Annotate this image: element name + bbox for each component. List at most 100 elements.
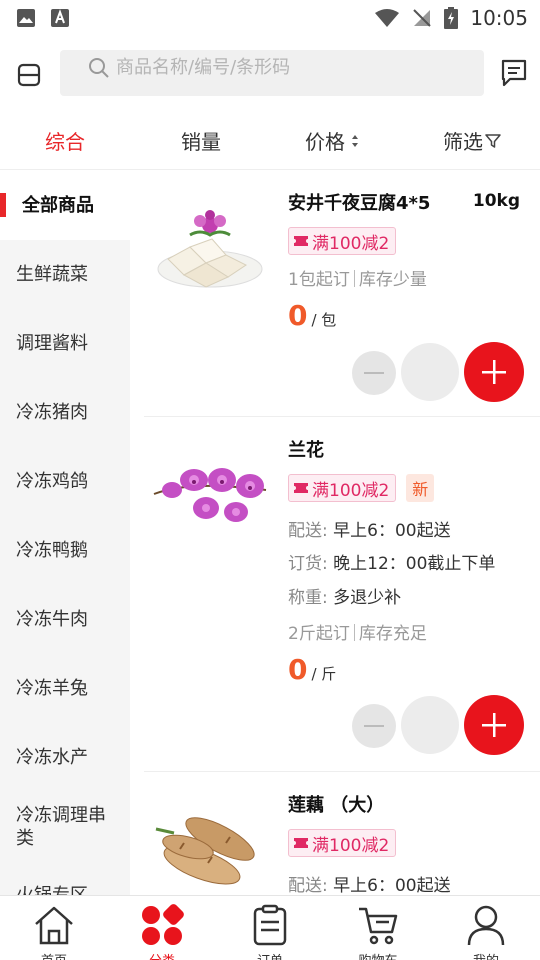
coupon-badge: 满100减2: [288, 474, 397, 502]
plus-icon: [482, 360, 506, 384]
attr-key: 称重:: [288, 588, 328, 608]
category-label: 全部商品: [22, 195, 94, 216]
category-item[interactable]: 冷冻羊兔: [0, 654, 130, 723]
tab-label: 首页: [9, 950, 99, 960]
quantity-field[interactable]: [401, 343, 459, 401]
scan-icon: [17, 63, 41, 87]
message-icon: [501, 59, 527, 87]
search-input[interactable]: [116, 52, 406, 82]
tab-order[interactable]: 订单: [225, 902, 315, 960]
category-label: 调理酱料: [16, 333, 88, 354]
price-value: 0: [288, 653, 308, 686]
price-value: 0: [288, 299, 308, 332]
attr-value: 多退少补: [333, 588, 402, 608]
product-card[interactable]: 安井千夜豆腐4*5 10kg 满100减2 1包起订 库存少量 0 / 包: [144, 171, 540, 417]
delivery-info: 配送: 早上6：00起送: [288, 871, 451, 895]
message-button[interactable]: [500, 58, 528, 88]
category-item[interactable]: 冷冻调理串类: [0, 792, 130, 861]
tab-label: 订单: [225, 950, 315, 960]
increase-button[interactable]: [464, 695, 524, 755]
tab-label: 购物车: [333, 950, 423, 960]
sort-price[interactable]: 价格: [305, 126, 359, 155]
product-card[interactable]: 莲藕 （大） 满100减2 配送: 早上6：00起送: [144, 773, 540, 895]
product-list: 安井千夜豆腐4*5 10kg 满100减2 1包起订 库存少量 0 / 包 兰花…: [130, 171, 540, 895]
product-name: 安井千夜豆腐4*5: [288, 193, 431, 214]
tab-profile[interactable]: 我的: [441, 902, 531, 960]
coupon-text: 满100减2: [312, 233, 390, 254]
sort-label: 销量: [181, 130, 221, 154]
minus-icon: [364, 725, 384, 727]
category-item[interactable]: 冷冻猪肉: [0, 378, 130, 447]
coupon-text: 满100减2: [312, 835, 390, 856]
new-badge: 新: [406, 474, 435, 502]
no-signal-icon: [413, 9, 432, 27]
attr-key: 配送:: [288, 521, 328, 541]
category-item[interactable]: 调理酱料: [0, 309, 130, 378]
scan-button[interactable]: [14, 60, 44, 90]
search-icon: [89, 58, 109, 78]
category-item[interactable]: 生鲜蔬菜: [0, 240, 130, 309]
order-icon: [253, 904, 287, 946]
font-icon: [51, 9, 69, 27]
product-card[interactable]: 兰花 满100减2 新 配送: 早上6：00起送 订货: 晚上12：00截止下单…: [144, 418, 540, 772]
tab-cart[interactable]: 购物车: [333, 902, 423, 960]
stock-level: 库存充足: [358, 624, 427, 644]
filter-icon: [485, 133, 501, 148]
decrease-button[interactable]: [352, 704, 396, 748]
category-item[interactable]: 冷冻牛肉: [0, 585, 130, 654]
category-label: 冷冻调理串类: [16, 804, 106, 849]
category-label: 冷冻水产: [16, 747, 88, 768]
stock-info: 2斤起订 库存充足: [288, 619, 427, 644]
sort-sales[interactable]: 销量: [181, 126, 221, 155]
attr-value: 晚上12：00截止下单: [333, 554, 496, 574]
category-sidebar: 全部商品 生鲜蔬菜 调理酱料 冷冻猪肉 冷冻鸡鸽 冷冻鸭鹅 冷冻牛肉 冷冻羊兔 …: [0, 171, 130, 895]
category-label: 火锅专区: [16, 884, 88, 895]
tab-home[interactable]: 首页: [9, 902, 99, 960]
sort-arrows-icon: [352, 134, 358, 147]
category-item[interactable]: 火锅专区: [0, 861, 130, 895]
category-icon: [142, 904, 184, 945]
product-image: [157, 210, 263, 288]
category-item[interactable]: 冷冻鸡鸽: [0, 447, 130, 516]
category-item[interactable]: 冷冻水产: [0, 723, 130, 792]
min-order: 1包起订: [288, 270, 350, 290]
decrease-button[interactable]: [352, 351, 396, 395]
product-spec: 10kg: [472, 191, 520, 211]
stock-info: 1包起订 库存少量: [288, 265, 427, 290]
category-label: 冷冻鸡鸽: [16, 471, 88, 492]
attr-value: 早上6：00起送: [333, 876, 451, 895]
attr-key: 配送:: [288, 876, 328, 895]
product-image: [155, 817, 255, 885]
category-item[interactable]: 冷冻鸭鹅: [0, 516, 130, 585]
ticket-icon: [294, 236, 308, 246]
tab-category[interactable]: 分类: [117, 902, 207, 960]
ticket-icon: [294, 483, 308, 493]
sort-label: 筛选: [443, 130, 483, 154]
increase-button[interactable]: [464, 342, 524, 402]
status-time: 10:05: [470, 6, 528, 30]
coupon-badge: 满100减2: [288, 227, 397, 255]
ticket-icon: [294, 838, 308, 848]
sort-filter[interactable]: 筛选: [443, 126, 501, 155]
search-row: [0, 44, 540, 104]
price-unit: / 包: [311, 311, 337, 329]
minus-icon: [364, 372, 384, 374]
plus-icon: [482, 713, 506, 737]
product-price: 0 / 斤: [288, 653, 336, 686]
bottom-navigation: 首页 分类 订单 购物车 我的: [0, 895, 540, 960]
min-order: 2斤起订: [288, 624, 350, 644]
battery-icon: [444, 7, 459, 29]
sort-label: 价格: [305, 130, 345, 154]
coupon-badge: 满100减2: [288, 829, 397, 857]
sort-comprehensive[interactable]: 综合: [45, 126, 85, 155]
tab-label: 我的: [441, 950, 531, 960]
status-bar: 10:05: [0, 0, 540, 36]
delivery-info: 配送: 早上6：00起送: [288, 516, 451, 541]
product-image: [153, 468, 267, 522]
attr-key: 订货:: [288, 554, 328, 574]
category-label: 冷冻猪肉: [16, 402, 88, 423]
quantity-field[interactable]: [401, 696, 459, 754]
category-all[interactable]: 全部商品: [0, 171, 130, 240]
cart-icon: [359, 907, 398, 945]
coupon-text: 满100减2: [312, 480, 390, 501]
